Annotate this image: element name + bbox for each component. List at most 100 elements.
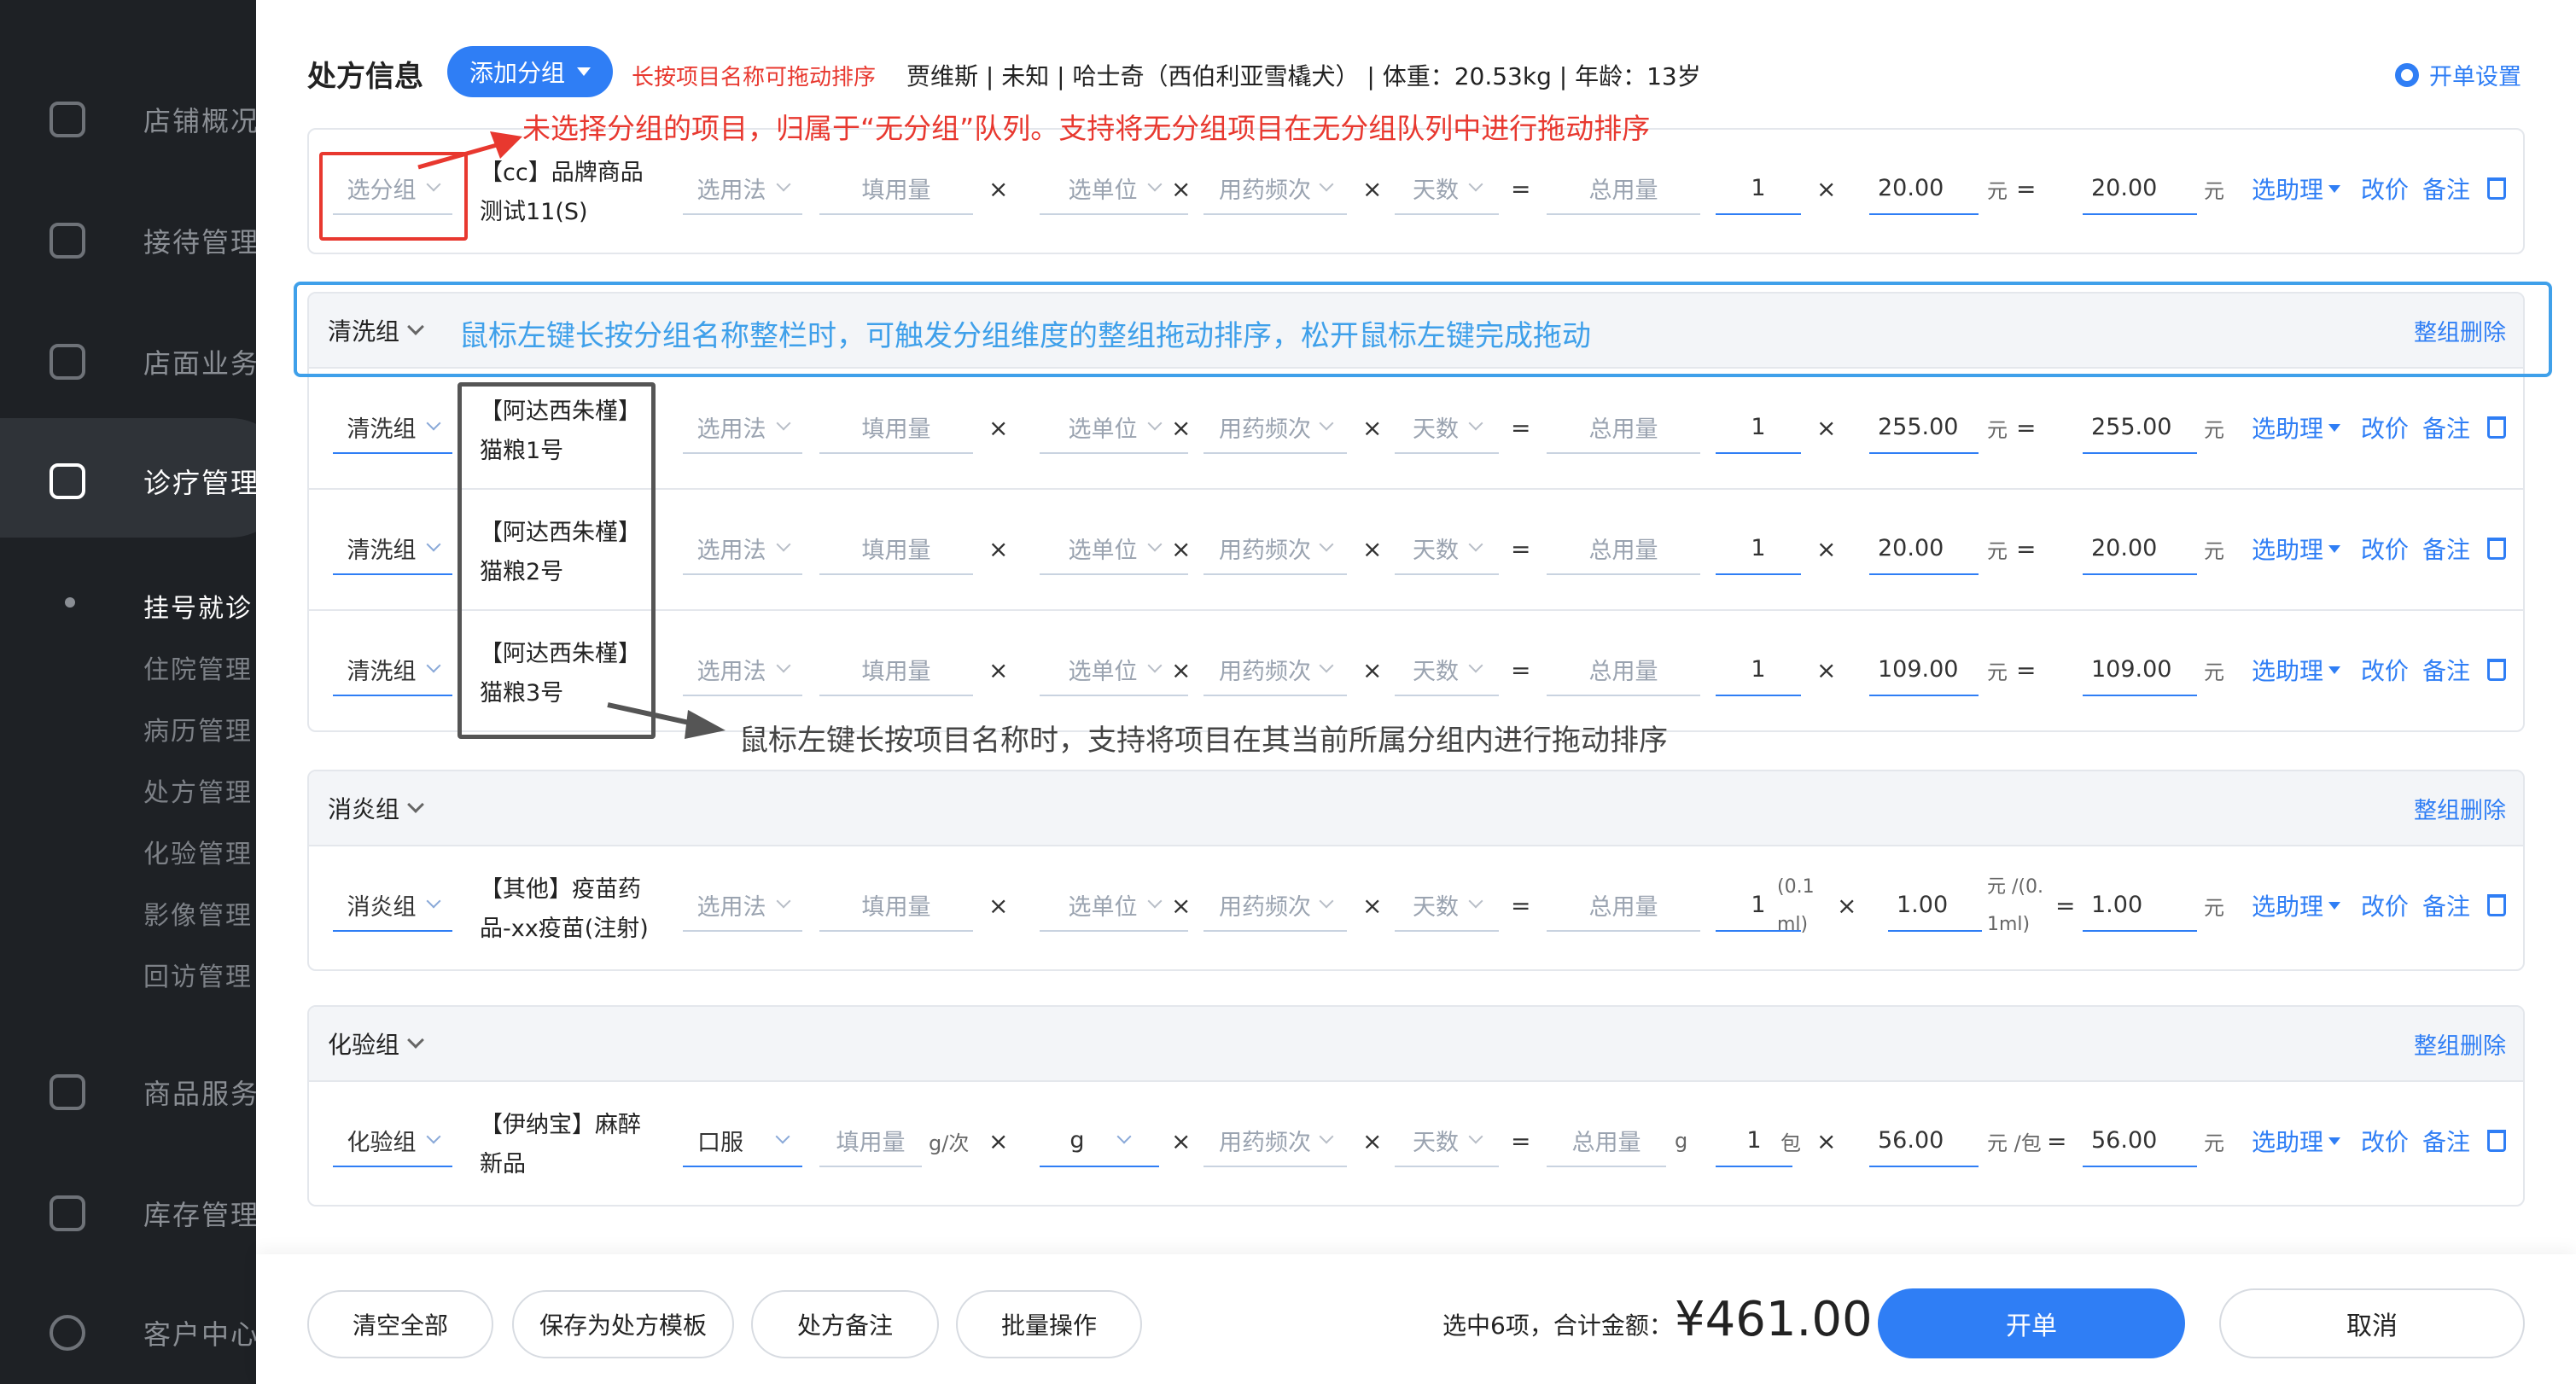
sidebar-item-treatment[interactable]: 诊疗管理	[0, 439, 256, 524]
sidebar-subitem-imaging[interactable]: 影像管理	[143, 894, 253, 932]
subtotal-input[interactable]: 20.00	[2083, 162, 2197, 215]
method-select[interactable]: 口服	[683, 1114, 802, 1167]
assistant-select[interactable]: 选助理	[2252, 1114, 2341, 1167]
group-header[interactable]: 消炎组 整组删除	[309, 771, 2523, 845]
cancel-button[interactable]: 取消	[2219, 1288, 2525, 1358]
delete-item-button[interactable]	[2487, 879, 2506, 932]
assistant-select[interactable]: 选助理	[2252, 643, 2341, 696]
remark-link[interactable]: 备注	[2422, 522, 2470, 575]
qty-input[interactable]: 1	[1716, 401, 1801, 454]
price-input[interactable]: 56.00	[1869, 1114, 1979, 1167]
delete-item-button[interactable]	[2487, 643, 2506, 696]
change-price-link[interactable]: 改价	[2361, 401, 2409, 454]
save-template-button[interactable]: 保存为处方模板	[512, 1290, 734, 1358]
total-input[interactable]: 总用量	[1547, 1114, 1666, 1167]
dose-input[interactable]: 填用量	[819, 879, 973, 932]
total-input[interactable]: 总用量	[1547, 522, 1700, 575]
price-input[interactable]: 20.00	[1869, 162, 1979, 215]
qty-input[interactable]: 1	[1716, 522, 1801, 575]
assistant-select[interactable]: 选助理	[2252, 879, 2341, 932]
dose-input[interactable]: 填用量	[819, 401, 973, 454]
group-select[interactable]: 消炎组	[333, 879, 452, 932]
days-select[interactable]: 天数	[1395, 1114, 1499, 1167]
dose-input[interactable]: 填用量	[819, 162, 973, 215]
unit-select[interactable]: 选单位	[1040, 162, 1188, 215]
sidebar-item-store-overview[interactable]: 店铺概况	[0, 77, 256, 162]
price-input[interactable]: 255.00	[1869, 401, 1979, 454]
total-input[interactable]: 总用量	[1547, 162, 1700, 215]
sidebar-item-inventory[interactable]: 库存管理	[0, 1171, 256, 1256]
sidebar-subitem-records[interactable]: 病历管理	[143, 710, 253, 747]
method-select[interactable]: 选用法	[683, 879, 802, 932]
change-price-link[interactable]: 改价	[2361, 643, 2409, 696]
remark-link[interactable]: 备注	[2422, 643, 2470, 696]
price-input[interactable]: 20.00	[1869, 522, 1979, 575]
remark-link[interactable]: 备注	[2422, 879, 2470, 932]
remark-link[interactable]: 备注	[2422, 401, 2470, 454]
days-select[interactable]: 天数	[1395, 879, 1499, 932]
delete-item-button[interactable]	[2487, 522, 2506, 575]
sidebar-subitem-inpatient[interactable]: 住院管理	[143, 648, 253, 686]
add-group-button[interactable]: 添加分组	[447, 46, 613, 97]
dose-input[interactable]: 填用量	[819, 643, 973, 696]
days-select[interactable]: 天数	[1395, 162, 1499, 215]
rx-remark-button[interactable]: 处方备注	[751, 1290, 939, 1358]
method-select[interactable]: 选用法	[683, 162, 802, 215]
subtotal-input[interactable]: 1.00	[2083, 879, 2197, 932]
product-name[interactable]: 【cc】品牌商品 测试11(S)	[480, 154, 644, 232]
change-price-link[interactable]: 改价	[2361, 879, 2409, 932]
method-select[interactable]: 选用法	[683, 522, 802, 575]
product-name[interactable]: 【伊纳宝】麻醉 新品	[480, 1106, 641, 1184]
price-input[interactable]: 1.00	[1888, 879, 1982, 932]
qty-input[interactable]: 1	[1716, 643, 1801, 696]
group-name-toggle[interactable]: 化验组	[328, 1026, 424, 1061]
delete-item-button[interactable]	[2487, 1114, 2506, 1167]
sidebar-subitem-registration[interactable]: 挂号就诊	[143, 587, 253, 625]
sidebar-item-store-business[interactable]: 店面业务	[0, 319, 256, 404]
frequency-select[interactable]: 用药频次	[1203, 643, 1347, 696]
item-row[interactable]: 消炎组 【其他】疫苗药 品-xx疫苗(注射) 选用法 填用量 × 选单位 × 用药频次 × 天数 = 总…	[309, 845, 2523, 966]
group-header[interactable]: 化验组 整组删除	[309, 1007, 2523, 1080]
batch-operation-button[interactable]: 批量操作	[956, 1290, 1142, 1358]
group-select[interactable]: 清洗组	[333, 522, 452, 575]
unit-select[interactable]: 选单位	[1040, 879, 1188, 932]
frequency-select[interactable]: 用药频次	[1203, 522, 1347, 575]
method-select[interactable]: 选用法	[683, 643, 802, 696]
assistant-select[interactable]: 选助理	[2252, 522, 2341, 575]
sidebar-item-reception[interactable]: 接待管理	[0, 198, 256, 283]
price-input[interactable]: 109.00	[1869, 643, 1979, 696]
change-price-link[interactable]: 改价	[2361, 1114, 2409, 1167]
remark-link[interactable]: 备注	[2422, 1114, 2470, 1167]
assistant-select[interactable]: 选助理	[2252, 401, 2341, 454]
group-select[interactable]: 化验组	[333, 1114, 452, 1167]
total-input[interactable]: 总用量	[1547, 643, 1700, 696]
unit-select[interactable]: 选单位	[1040, 522, 1188, 575]
frequency-select[interactable]: 用药频次	[1203, 401, 1347, 454]
subtotal-input[interactable]: 56.00	[2083, 1114, 2197, 1167]
item-row[interactable]: 化验组 【伊纳宝】麻醉 新品 口服 填用量 g/次 × g × 用药频次 × 天数 = 总用量 g 1 包 × 56…	[309, 1080, 2523, 1201]
unit-select[interactable]: g	[1040, 1114, 1159, 1167]
product-name[interactable]: 【其他】疫苗药 品-xx疫苗(注射)	[480, 870, 649, 949]
delete-group-button[interactable]: 整组删除	[2414, 1027, 2506, 1061]
sidebar-subitem-prescription[interactable]: 处方管理	[143, 771, 253, 809]
unit-select[interactable]: 选单位	[1040, 643, 1188, 696]
qty-input[interactable]: 1	[1716, 162, 1801, 215]
sidebar-item-customers[interactable]: 客户中心	[0, 1290, 256, 1375]
item-row[interactable]: 选分组 【cc】品牌商品 测试11(S) 选用法 填用量 × 选单位 × 用药频…	[309, 130, 2523, 251]
days-select[interactable]: 天数	[1395, 643, 1499, 696]
sidebar-subitem-lab[interactable]: 化验管理	[143, 833, 253, 870]
clear-all-button[interactable]: 清空全部	[307, 1290, 493, 1358]
days-select[interactable]: 天数	[1395, 522, 1499, 575]
frequency-select[interactable]: 用药频次	[1203, 879, 1347, 932]
unit-select[interactable]: 选单位	[1040, 401, 1188, 454]
group-select[interactable]: 清洗组	[333, 643, 452, 696]
method-select[interactable]: 选用法	[683, 401, 802, 454]
total-input[interactable]: 总用量	[1547, 401, 1700, 454]
order-settings-link[interactable]: 开单设置	[2395, 58, 2521, 91]
change-price-link[interactable]: 改价	[2361, 522, 2409, 575]
subtotal-input[interactable]: 20.00	[2083, 522, 2197, 575]
dose-input[interactable]: 填用量	[819, 1114, 922, 1167]
submit-order-button[interactable]: 开单	[1878, 1288, 2185, 1358]
days-select[interactable]: 天数	[1395, 401, 1499, 454]
subtotal-input[interactable]: 109.00	[2083, 643, 2197, 696]
